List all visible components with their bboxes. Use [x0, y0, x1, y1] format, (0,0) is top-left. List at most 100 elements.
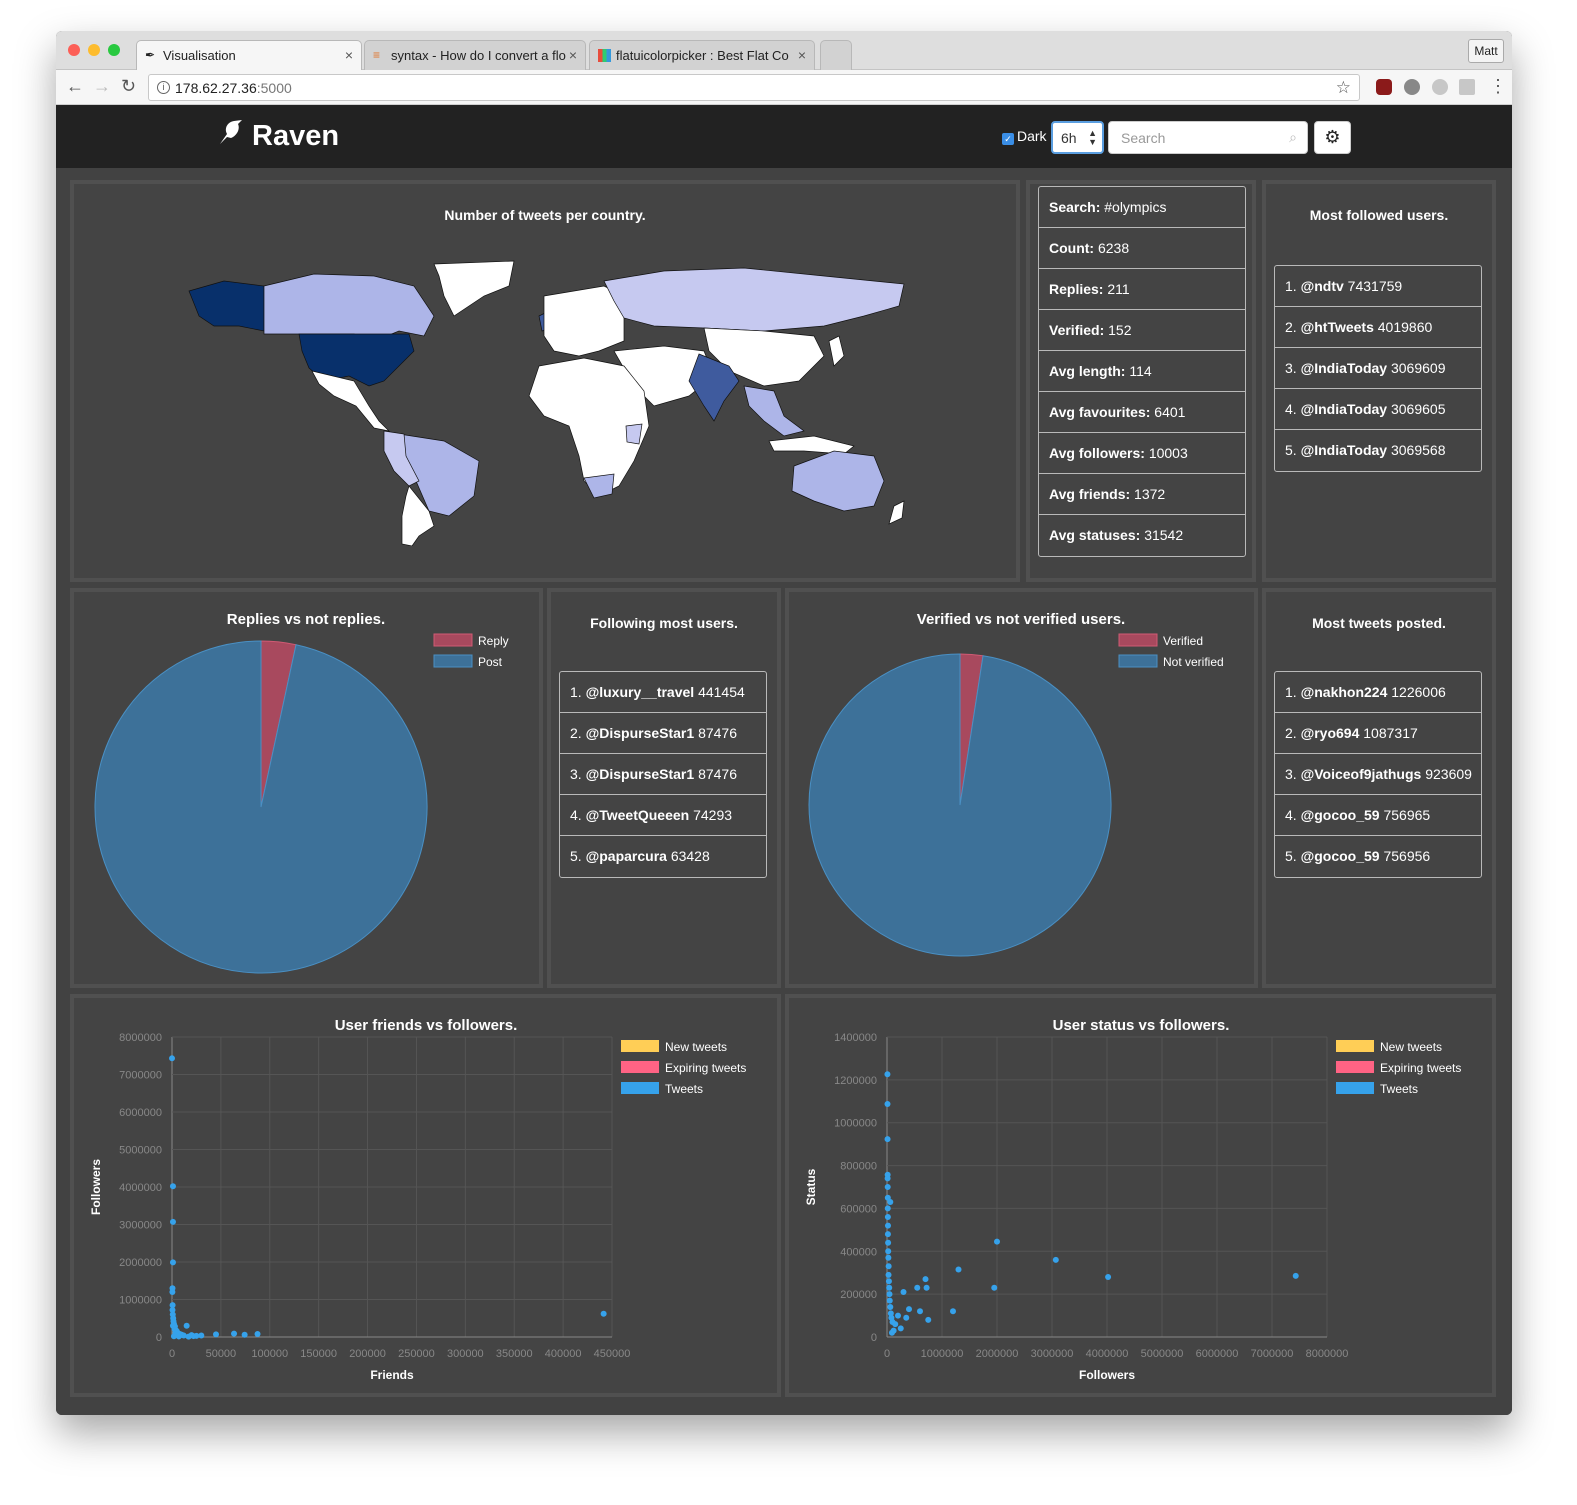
username-link[interactable]: @DispurseStar1: [586, 766, 695, 782]
tab-close-icon[interactable]: ×: [345, 47, 353, 63]
reload-icon[interactable]: ↻: [121, 76, 136, 97]
profile-button[interactable]: Matt: [1468, 39, 1504, 63]
tab-visualisation[interactable]: ✒ Visualisation ×: [136, 40, 362, 70]
username-link[interactable]: @ryo694: [1301, 725, 1360, 741]
scatter-point[interactable]: [885, 1278, 892, 1285]
ublock-extension-icon[interactable]: [1376, 79, 1392, 95]
pie-slice-not-verified[interactable]: [808, 653, 1112, 957]
scatter-point[interactable]: [892, 1321, 899, 1328]
scatter-point[interactable]: [254, 1331, 261, 1337]
scatter-point[interactable]: [906, 1306, 912, 1313]
settings-button[interactable]: ⚙: [1314, 121, 1351, 154]
scatter-point[interactable]: [994, 1238, 1000, 1245]
scatter-point[interactable]: [955, 1266, 962, 1273]
scatter-point[interactable]: [1292, 1272, 1299, 1279]
scatter-point[interactable]: [897, 1325, 904, 1332]
scatter-point[interactable]: [198, 1332, 205, 1339]
scatter-point[interactable]: [887, 1304, 894, 1310]
scatter-point[interactable]: [241, 1331, 248, 1338]
search-input[interactable]: Search ⌕: [1108, 121, 1308, 154]
scatter-point[interactable]: [895, 1312, 901, 1319]
scatter-point[interactable]: [884, 1101, 891, 1108]
username-link[interactable]: @gocoo_59: [1301, 848, 1380, 864]
rank: 3.: [1285, 360, 1297, 376]
scatter-point[interactable]: [886, 1297, 893, 1304]
image-extension-icon[interactable]: [1459, 79, 1475, 95]
brand[interactable]: Raven: [218, 119, 339, 153]
tab-close-icon[interactable]: ×: [798, 47, 806, 63]
scatter-point[interactable]: [884, 1184, 891, 1190]
back-arrow-icon[interactable]: ←: [66, 76, 84, 97]
username-link[interactable]: @IndiaToday: [1301, 360, 1388, 376]
scatter-point[interactable]: [175, 1333, 182, 1340]
scatter-point[interactable]: [1105, 1274, 1112, 1280]
scatter-point[interactable]: [169, 1055, 175, 1062]
scatter-point[interactable]: [903, 1314, 910, 1321]
scatter-point[interactable]: [1052, 1256, 1059, 1263]
scatter-point[interactable]: [885, 1248, 892, 1255]
scatter-point[interactable]: [169, 1259, 176, 1266]
checkbox-checked-icon[interactable]: ✓: [1002, 133, 1014, 145]
scatter-point[interactable]: [213, 1331, 219, 1338]
scatter-point[interactable]: [922, 1276, 929, 1283]
scatter-point[interactable]: [885, 1239, 892, 1246]
dark-mode-toggle[interactable]: ✓ Dark: [1002, 128, 1047, 145]
scatter-point[interactable]: [884, 1175, 891, 1182]
tab-syntax[interactable]: ≡ syntax - How do I convert a flo ×: [364, 40, 586, 70]
address-bar[interactable]: i 178.62.27.36:5000 ☆: [148, 74, 1360, 101]
scatter-point[interactable]: [886, 1284, 893, 1291]
browser-menu-icon[interactable]: ⋮: [1489, 76, 1507, 97]
scatter-point[interactable]: [231, 1330, 238, 1337]
scatter-point[interactable]: [885, 1271, 892, 1278]
username-link[interactable]: @paparcura: [586, 848, 667, 864]
username-link[interactable]: @ndtv: [1301, 278, 1344, 294]
scatter-point[interactable]: [600, 1310, 607, 1317]
scatter-point[interactable]: [169, 1218, 176, 1225]
list-item: 1. @ndtv 7431759: [1275, 266, 1481, 307]
scatter-point[interactable]: [183, 1322, 190, 1329]
username-link[interactable]: @gocoo_59: [1301, 807, 1380, 823]
scatter-point[interactable]: [884, 1231, 891, 1238]
scatter-point[interactable]: [884, 1222, 891, 1229]
scatter-point[interactable]: [884, 1214, 891, 1220]
tab-flatuicolorpicker[interactable]: flatuicolorpicker : Best Flat Co ×: [589, 40, 815, 70]
scatter-point[interactable]: [885, 1263, 892, 1270]
forward-arrow-icon[interactable]: →: [93, 76, 111, 97]
username-link[interactable]: @Voiceof9jathugs: [1301, 766, 1422, 782]
scatter-point[interactable]: [169, 1289, 176, 1295]
username-link[interactable]: @nakhon224: [1301, 684, 1388, 700]
scatter-point[interactable]: [888, 1329, 895, 1336]
scatter-point[interactable]: [884, 1071, 891, 1078]
zoom-window-button[interactable]: [108, 44, 120, 56]
username-link[interactable]: @IndiaToday: [1301, 442, 1388, 458]
tab-close-icon[interactable]: ×: [569, 47, 577, 63]
scatter-point[interactable]: [884, 1205, 891, 1212]
username-link[interactable]: @IndiaToday: [1301, 401, 1388, 417]
scatter-point[interactable]: [887, 1199, 894, 1205]
scatter-point[interactable]: [914, 1284, 921, 1291]
bookmark-star-icon[interactable]: ☆: [1336, 78, 1351, 98]
scatter-point[interactable]: [923, 1284, 930, 1291]
site-info-icon[interactable]: i: [157, 81, 170, 94]
scatter-point[interactable]: [917, 1308, 923, 1315]
username-link[interactable]: @htTweets: [1301, 319, 1374, 335]
scatter-point[interactable]: [950, 1308, 956, 1315]
username-link[interactable]: @TweetQueeen: [586, 807, 690, 823]
new-tab-button[interactable]: [820, 40, 852, 70]
close-window-button[interactable]: [68, 44, 80, 56]
scatter-point[interactable]: [900, 1289, 907, 1295]
scatter-point[interactable]: [884, 1136, 891, 1143]
scatter-point[interactable]: [925, 1316, 932, 1323]
username-link[interactable]: @DispurseStar1: [586, 725, 695, 741]
pie-slice-post[interactable]: [94, 640, 428, 974]
scatter-point[interactable]: [190, 1333, 197, 1340]
m-extension-icon[interactable]: [1432, 79, 1448, 95]
time-range-select[interactable]: 6h ▲ ▼: [1051, 121, 1104, 154]
scatter-point[interactable]: [886, 1291, 893, 1298]
scatter-point[interactable]: [885, 1254, 892, 1261]
lightbulb-extension-icon[interactable]: [1404, 79, 1420, 95]
username-link[interactable]: @luxury__travel: [586, 684, 695, 700]
minimize-window-button[interactable]: [88, 44, 100, 56]
scatter-point[interactable]: [169, 1183, 176, 1190]
scatter-point[interactable]: [991, 1284, 998, 1291]
